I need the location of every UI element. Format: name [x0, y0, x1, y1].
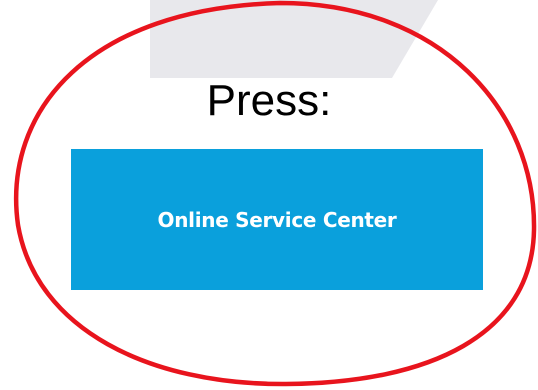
online-service-center-button-label: Online Service Center	[157, 207, 397, 232]
press-instruction-text: Press:	[206, 76, 332, 125]
online-service-center-button[interactable]: Online Service Center	[71, 149, 483, 290]
